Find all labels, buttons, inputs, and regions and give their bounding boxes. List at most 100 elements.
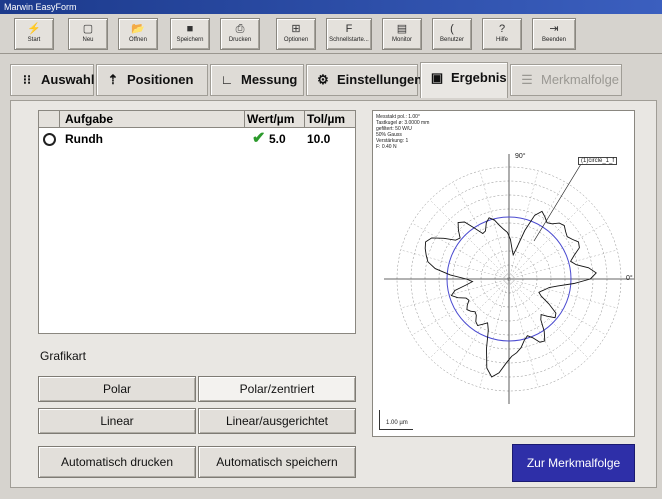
monitor-button[interactable]: ▤ Monitor	[382, 18, 422, 50]
monitor-label: Monitor	[391, 37, 412, 43]
tab-label: Merkmalfolge	[541, 72, 620, 87]
callout-leader	[533, 163, 582, 242]
task-cell: Rundh	[65, 132, 103, 146]
tab-label: Ergebnis	[451, 70, 507, 85]
tab-merkmalfolge[interactable]: ☰ Merkmalfolge	[510, 64, 622, 96]
open-label: Öffnen	[129, 37, 147, 43]
exit-label: Beenden	[541, 37, 567, 43]
monitor-icon: ▤	[396, 23, 408, 35]
quickstart-icon: F	[345, 23, 353, 35]
tab-bar: ⁝⁝ Auswahl ⇡ Positionen ∟ Messung ⚙ Einstell…	[10, 62, 625, 100]
grid-spoke	[508, 170, 539, 280]
table-header: Aufgabe Wert/µm Tol/µm	[39, 111, 355, 128]
result-icon: ▣	[430, 70, 444, 85]
help-label: Hilfe	[495, 37, 508, 43]
plot-info-line: F: 0.40 N	[376, 144, 397, 150]
help-icon: ?	[498, 23, 506, 35]
scale-label: 1.00 µm	[386, 420, 408, 426]
positions-icon: ⇡	[107, 72, 119, 87]
feature-sequence-icon: ☰	[521, 72, 533, 87]
tab-label: Einstellungen	[337, 72, 423, 87]
column-separator	[59, 111, 60, 128]
grid-spoke	[452, 278, 510, 377]
tab-positionen[interactable]: ⇡ Positionen	[96, 64, 208, 96]
grid-spoke	[508, 181, 566, 280]
print-button[interactable]: ⎙ Drucken	[220, 18, 260, 50]
grid-spoke	[508, 278, 618, 309]
open-icon: 📂	[131, 23, 145, 35]
column-separator	[244, 111, 245, 128]
linear-aligned-button[interactable]: Linear/ausgerichtet	[198, 408, 356, 434]
options-icon: ⊞	[291, 23, 301, 35]
start-label: Start	[27, 37, 41, 43]
tab-label: Messung	[241, 72, 298, 87]
options-label: Optionen	[283, 37, 309, 43]
start-button[interactable]: ⚡ Start	[14, 18, 54, 50]
column-header-tolerance: Tol/µm	[307, 112, 346, 126]
angle-label-top: 90°	[515, 153, 526, 160]
user-icon: (	[450, 23, 454, 35]
measurement-icon: ∟	[220, 72, 234, 87]
tab-auswahl[interactable]: ⁝⁝ Auswahl	[10, 64, 94, 96]
save-icon: ■	[186, 23, 194, 35]
grid-spoke	[508, 278, 607, 336]
grid-spoke	[400, 278, 510, 309]
tab-ergebnis[interactable]: ▣ Ergebnis	[420, 62, 508, 98]
grid-spoke	[508, 278, 539, 388]
grid-spoke	[479, 278, 510, 388]
save-label: Speichern	[176, 37, 204, 43]
circle-callout: (1)circle_1_f	[578, 157, 618, 165]
auto-save-button[interactable]: Automatisch speichern	[198, 446, 356, 478]
polar-centered-button[interactable]: Polar/zentriert	[198, 376, 356, 402]
grid-spoke	[508, 249, 618, 280]
exit-button[interactable]: ⇥ Beenden	[532, 18, 576, 50]
tab-einstellungen[interactable]: ⚙ Einstellungen	[306, 64, 422, 96]
quickstart-button[interactable]: F Schnellstarte...	[326, 18, 372, 50]
selection-icon: ⁝⁝	[22, 72, 32, 87]
new-icon: ▢	[82, 23, 94, 35]
help-button[interactable]: ? Hilfe	[482, 18, 522, 50]
grid-spoke	[429, 199, 510, 280]
start-icon: ⚡	[27, 23, 41, 35]
quickstart-label: Schnellstarte...	[329, 37, 369, 43]
settings-icon: ⚙	[317, 72, 329, 87]
grid-spoke	[411, 222, 510, 280]
grid-spoke	[508, 278, 566, 377]
save-button[interactable]: ■ Speichern	[170, 18, 210, 50]
profile-trace	[424, 210, 597, 378]
user-button[interactable]: ( Benutzer	[432, 18, 472, 50]
open-button[interactable]: 📂 Öffnen	[118, 18, 158, 50]
tab-messung[interactable]: ∟ Messung	[210, 64, 304, 96]
grid-spoke	[429, 278, 510, 359]
column-separator	[304, 111, 305, 128]
new-label: Neu	[82, 37, 94, 43]
grid-spoke	[508, 278, 589, 359]
user-label: Benutzer	[439, 37, 464, 43]
angle-label-right: 0°	[626, 275, 633, 282]
grid-spoke	[452, 181, 510, 280]
column-header-task: Aufgabe	[65, 112, 113, 126]
polar-button[interactable]: Polar	[38, 376, 196, 402]
linear-button[interactable]: Linear	[38, 408, 196, 434]
graph-type-label: Grafikart	[40, 349, 87, 363]
row-radio-button[interactable]	[43, 133, 56, 146]
auto-print-button[interactable]: Automatisch drucken	[38, 446, 196, 478]
tab-label: Auswahl	[41, 72, 95, 87]
print-label: Drucken	[228, 37, 252, 43]
print-icon: ⎙	[235, 23, 245, 35]
polar-plot: Messtakt pol.: 1.00° Tastkugel ø: 3.0000…	[372, 110, 635, 437]
tolerance-cell: 10.0	[307, 132, 331, 146]
new-button[interactable]: ▢ Neu	[68, 18, 108, 50]
window-title: Marwin EasyForm	[0, 0, 662, 14]
table-row[interactable]: Rundh ✔ 5.0 10.0	[39, 130, 355, 148]
grid-spoke	[508, 222, 607, 280]
grid-spoke	[479, 170, 510, 280]
value-cell: 5.0	[269, 132, 286, 146]
ok-check-icon: ✔	[252, 130, 266, 147]
to-feature-sequence-button[interactable]: Zur Merkmalfolge	[512, 444, 635, 482]
main-toolbar: ⚡ Start ▢ Neu 📂 Öffnen ■ Speichern ⎙ Dru…	[0, 14, 662, 54]
tab-label: Positionen	[127, 72, 194, 87]
column-header-value: Wert/µm	[247, 112, 295, 126]
grid-spoke	[400, 249, 510, 280]
options-button[interactable]: ⊞ Optionen	[276, 18, 316, 50]
